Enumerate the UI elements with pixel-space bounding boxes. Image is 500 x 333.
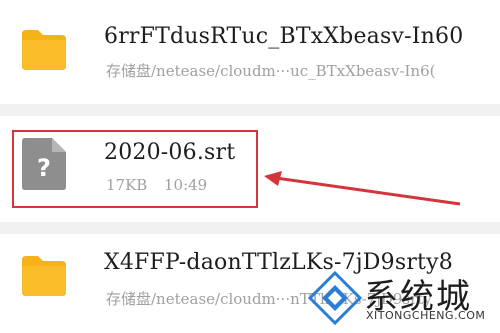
watermark-sub: XITONGCHENG.COM — [366, 309, 486, 322]
watermark: 系统城 XITONGCHENG.COM — [294, 267, 494, 329]
divider — [0, 104, 500, 116]
folder-icon — [20, 26, 68, 74]
file-name: 6rrFTdusRTuc_BTxXbeasv-In60 — [104, 24, 464, 49]
divider — [0, 222, 500, 234]
highlight-box — [12, 130, 258, 208]
file-path: 存储盘/netease/cloudm···uc_BTxXbeasv-In6( — [106, 62, 436, 80]
folder-icon — [20, 252, 68, 300]
watermark-logo-icon — [308, 271, 362, 325]
annotation-arrow — [264, 171, 461, 206]
list-item[interactable]: 6rrFTdusRTuc_BTxXbeasv-In60 存储盘/netease/… — [0, 0, 500, 92]
